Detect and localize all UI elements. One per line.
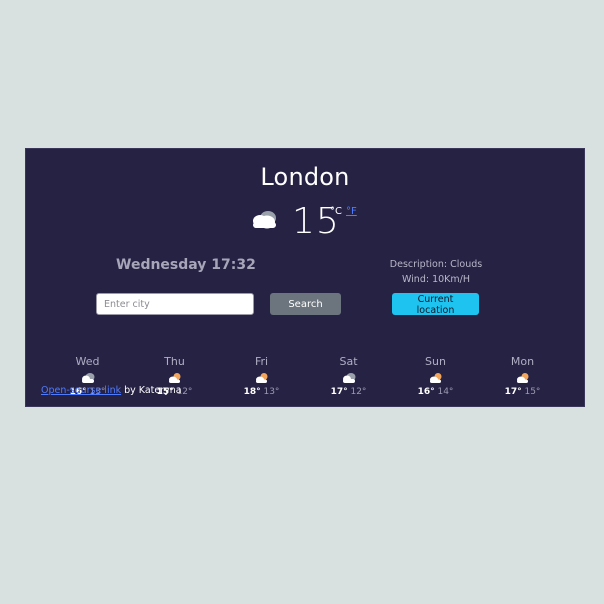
forecast-max: 17° xyxy=(330,387,348,397)
forecast-day-wed: Wed 16° 13° xyxy=(44,355,131,405)
current-datetime: Wednesday 17:32 xyxy=(116,257,256,273)
forecast-day-mon: Mon 17° 15° xyxy=(479,355,566,405)
open-source-link[interactable]: Open-sourse link xyxy=(41,385,121,396)
forecast-max: 17° xyxy=(504,387,522,397)
sun-cloud-icon xyxy=(516,373,528,383)
forecast-day-name: Sat xyxy=(339,355,358,368)
sun-cloud-icon xyxy=(255,373,267,383)
forecast-min: 13° xyxy=(263,387,280,397)
forecast-day-fri: Fri 18° 13° xyxy=(218,355,305,405)
forecast-day-name: Sun xyxy=(425,355,446,368)
forecast-day-thu: Thu 15° 12° xyxy=(131,355,218,405)
forecast-temps: 17° 15° xyxy=(479,387,566,397)
cloud-icon xyxy=(342,373,355,383)
forecast-day-sat: Sat 17° 12° xyxy=(305,355,392,405)
sun-cloud-icon xyxy=(168,373,180,383)
weather-description: Description: Clouds xyxy=(389,259,483,270)
forecast-temps: 16° 14° xyxy=(392,387,479,397)
city-name: London xyxy=(260,163,350,191)
forecast-day-name: Mon xyxy=(510,355,535,368)
search-button[interactable]: Search xyxy=(270,293,341,315)
forecast-max: 16° xyxy=(417,387,435,397)
forecast-min: 12° xyxy=(350,387,367,397)
forecast-day-sun: Sun 16° 14° xyxy=(392,355,479,405)
footer-credit: Open-sourse link by Kateryna xyxy=(41,385,182,396)
forecast-max: 18° xyxy=(243,387,261,397)
sun-cloud-icon xyxy=(429,373,441,383)
celsius-unit[interactable]: °C xyxy=(330,206,342,217)
cloud-icon xyxy=(253,211,276,229)
forecast-min: 14° xyxy=(437,387,454,397)
cloud-icon xyxy=(81,373,94,383)
forecast-list: Wed 16° 13° Thu 15° 12° Fri 18° 13° Sat … xyxy=(44,355,566,405)
footer-author: by Kateryna xyxy=(121,385,182,396)
forecast-day-name: Wed xyxy=(75,355,100,368)
forecast-temps: 17° 12° xyxy=(305,387,392,397)
weather-details: Description: Clouds Wind: 10Km/H xyxy=(366,257,506,287)
forecast-day-name: Fri xyxy=(254,355,269,368)
current-location-button[interactable]: Current location xyxy=(392,293,479,316)
forecast-temps: 18° 13° xyxy=(218,387,305,397)
forecast-min: 15° xyxy=(524,387,541,397)
fahrenheit-link[interactable]: °F xyxy=(346,206,357,217)
weather-card: London 15 °C °F Wednesday 17:32 Descript… xyxy=(25,148,585,407)
city-search-input[interactable] xyxy=(96,293,254,315)
wind-speed: Wind: 10Km/H xyxy=(401,274,470,285)
forecast-day-name: Thu xyxy=(164,355,185,368)
